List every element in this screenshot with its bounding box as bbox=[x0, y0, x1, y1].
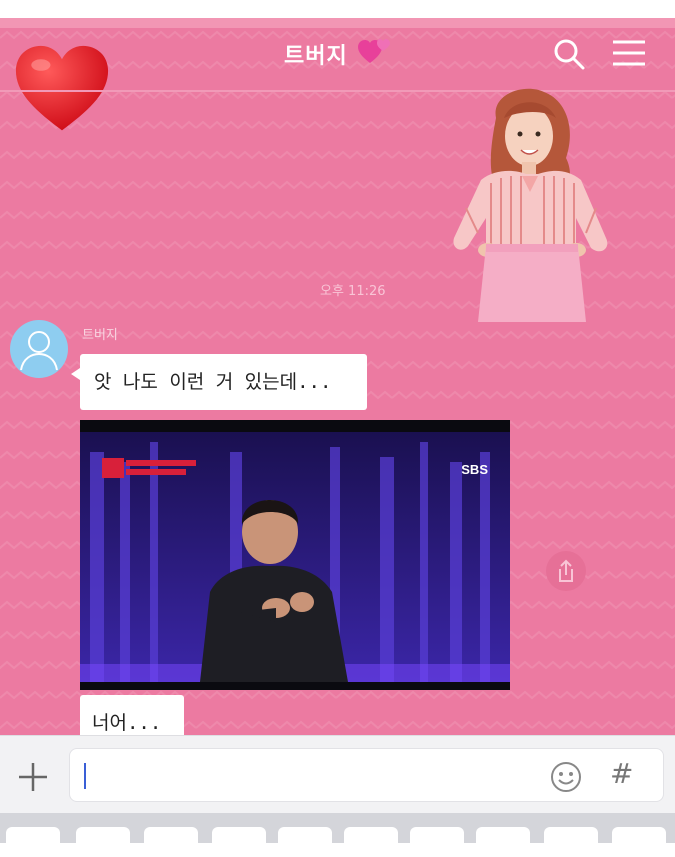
kpop-star-badge-icon bbox=[102, 458, 196, 478]
keyboard-key[interactable] bbox=[144, 827, 198, 857]
keyboard-top-row bbox=[0, 813, 675, 857]
chat-title: 트버지 bbox=[284, 44, 348, 69]
sender-avatar[interactable] bbox=[10, 320, 68, 378]
sbs-logo: SBS bbox=[461, 462, 488, 477]
keyboard-key[interactable] bbox=[476, 827, 530, 857]
search-icon[interactable] bbox=[553, 38, 585, 70]
keyboard-key[interactable] bbox=[212, 827, 266, 857]
keyboard-key[interactable] bbox=[6, 827, 60, 857]
message-input-bar: # bbox=[0, 735, 675, 814]
header-top-strip bbox=[0, 18, 675, 28]
hashtag-icon[interactable]: # bbox=[610, 757, 633, 790]
share-arrow-icon bbox=[559, 559, 573, 582]
keyboard-key[interactable] bbox=[410, 827, 464, 857]
video-frame: SBS bbox=[80, 432, 510, 682]
text-caret bbox=[84, 763, 86, 789]
sender-name: 트버지 bbox=[82, 328, 118, 343]
message-input-field[interactable]: # bbox=[69, 748, 664, 802]
share-icon[interactable] bbox=[546, 551, 586, 591]
message-video-thumbnail[interactable]: SBS bbox=[80, 420, 510, 690]
default-profile-icon bbox=[20, 331, 58, 371]
keyboard-key[interactable] bbox=[544, 827, 598, 857]
message-bubble-text[interactable]: 앗 나도 이런 거 있는데... bbox=[71, 354, 367, 410]
message-timestamp: 오후 11:26 bbox=[320, 284, 386, 299]
emoji-icon[interactable] bbox=[550, 761, 582, 793]
keyboard-key[interactable] bbox=[344, 827, 398, 857]
message-bubble-text-2[interactable]: 너어... bbox=[80, 695, 184, 735]
chat-header: 트버지 bbox=[0, 18, 675, 131]
girl-sticker[interactable] bbox=[426, 88, 636, 322]
keyboard-key[interactable] bbox=[278, 827, 332, 857]
keyboard-key[interactable] bbox=[76, 827, 130, 857]
plus-icon[interactable] bbox=[16, 760, 50, 794]
two-hearts-icon bbox=[358, 39, 390, 63]
menu-icon[interactable] bbox=[611, 38, 647, 68]
chat-area: 트버지 오후 11:26 트버지 앗 나도 이런 거 있는데... SBS 너어… bbox=[0, 18, 675, 735]
keyboard-key[interactable] bbox=[612, 827, 666, 857]
